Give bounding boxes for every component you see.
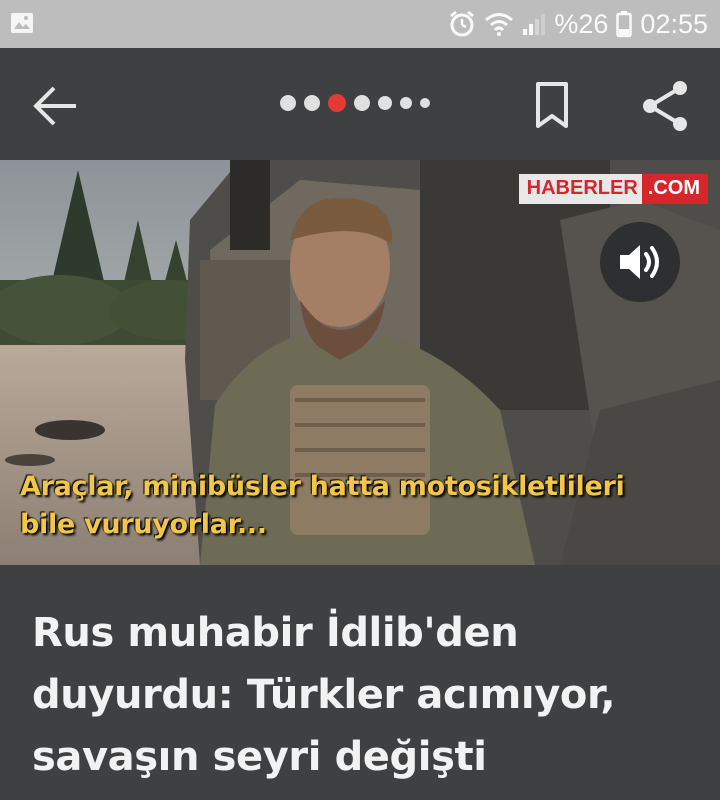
page-dot bbox=[400, 97, 412, 109]
article-headline[interactable]: Rus muhabir İdlib'den duyurdu: Türkler a… bbox=[32, 602, 692, 788]
back-arrow-icon[interactable] bbox=[28, 78, 84, 134]
page-indicator bbox=[280, 94, 430, 112]
page-dot bbox=[304, 95, 320, 111]
image-icon bbox=[10, 12, 34, 34]
haberler-logo: HABERLER .COM bbox=[518, 174, 708, 204]
bookmark-icon[interactable] bbox=[530, 78, 574, 134]
page-dot bbox=[378, 96, 392, 110]
page-dot bbox=[420, 98, 430, 108]
signal-icon bbox=[522, 11, 546, 37]
alarm-icon bbox=[448, 10, 476, 38]
battery-percent: %26 bbox=[554, 8, 609, 39]
headline-line-1: Rus muhabir İdlib'den bbox=[32, 610, 519, 656]
page-dot bbox=[354, 95, 370, 111]
subtitle-line-1: Araçlar, minibüsler hatta motosikletlile… bbox=[20, 471, 625, 502]
article-video[interactable]: HABERLER .COM Araçlar, minibüsler hatta … bbox=[0, 160, 720, 565]
video-subtitle: Araçlar, minibüsler hatta motosikletlile… bbox=[20, 468, 710, 544]
wifi-icon bbox=[484, 11, 514, 37]
battery-icon bbox=[616, 10, 633, 38]
headline-line-3: savaşın seyri değişti bbox=[32, 734, 487, 780]
volume-icon[interactable] bbox=[600, 222, 680, 302]
status-bar: %26 02:55 bbox=[0, 0, 720, 48]
share-icon[interactable] bbox=[638, 78, 694, 134]
brand-text: HABERLER bbox=[518, 174, 642, 204]
page-dot-active bbox=[328, 94, 346, 112]
headline-line-2: duyurdu: Türkler acımıyor, bbox=[32, 672, 616, 718]
brand-suffix: .COM bbox=[641, 174, 708, 204]
app-bar bbox=[0, 48, 720, 160]
page-dot bbox=[280, 95, 296, 111]
clock-time: 02:55 bbox=[640, 8, 708, 39]
subtitle-line-2: bile vuruyorlar... bbox=[20, 509, 267, 540]
